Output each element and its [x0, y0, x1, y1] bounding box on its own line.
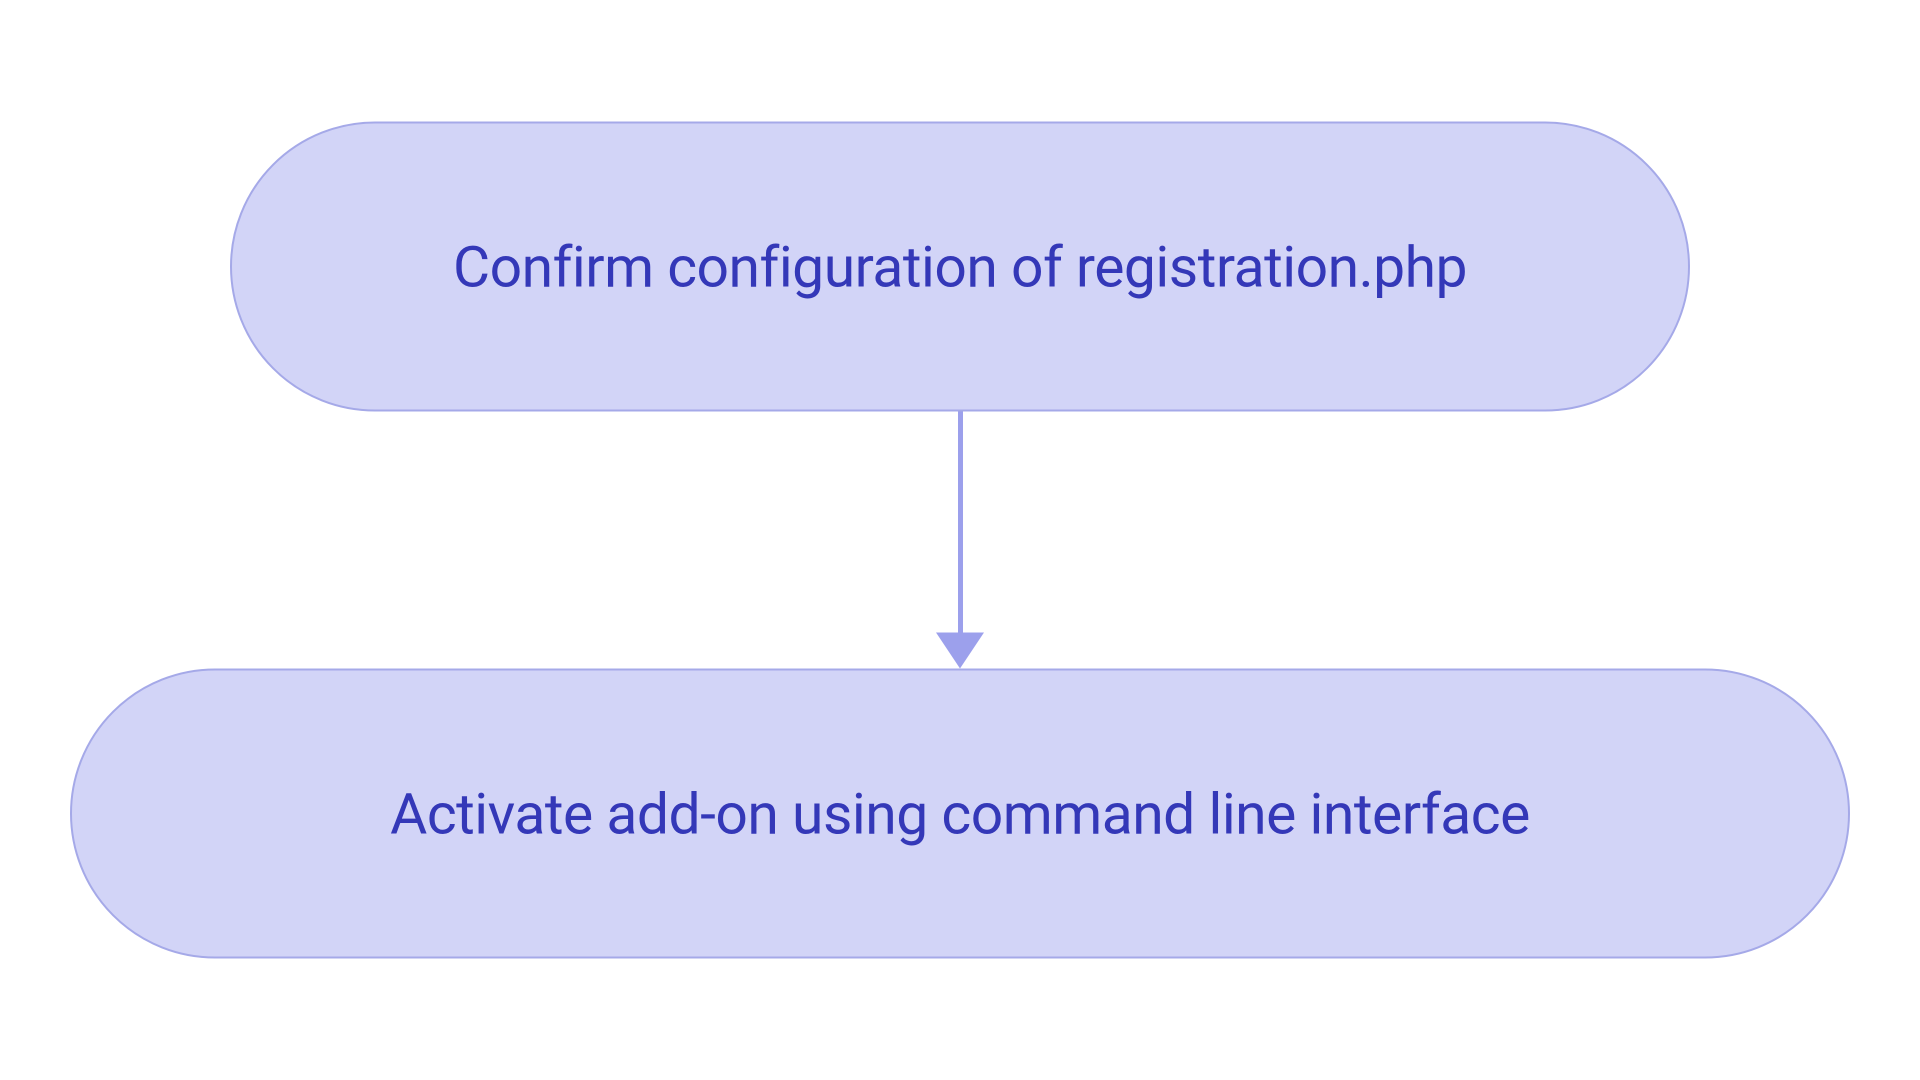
flowchart-diagram: Confirm configuration of registration.ph… — [70, 122, 1850, 959]
flowchart-connector — [958, 412, 963, 642]
arrowhead-icon — [936, 633, 984, 669]
flowchart-node-1: Confirm configuration of registration.ph… — [230, 122, 1690, 412]
node-2-label: Activate add-on using command line inter… — [390, 780, 1530, 847]
flowchart-node-2: Activate add-on using command line inter… — [70, 669, 1850, 959]
node-1-label: Confirm configuration of registration.ph… — [453, 233, 1467, 300]
